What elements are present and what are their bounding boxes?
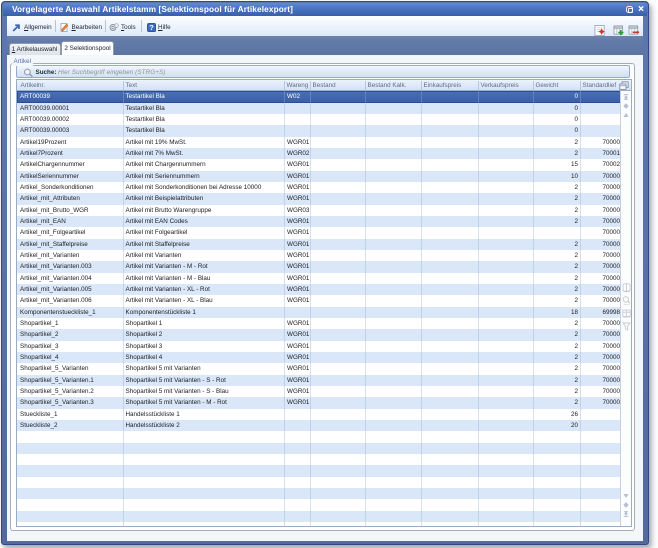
svg-text:?: ? (149, 23, 154, 32)
